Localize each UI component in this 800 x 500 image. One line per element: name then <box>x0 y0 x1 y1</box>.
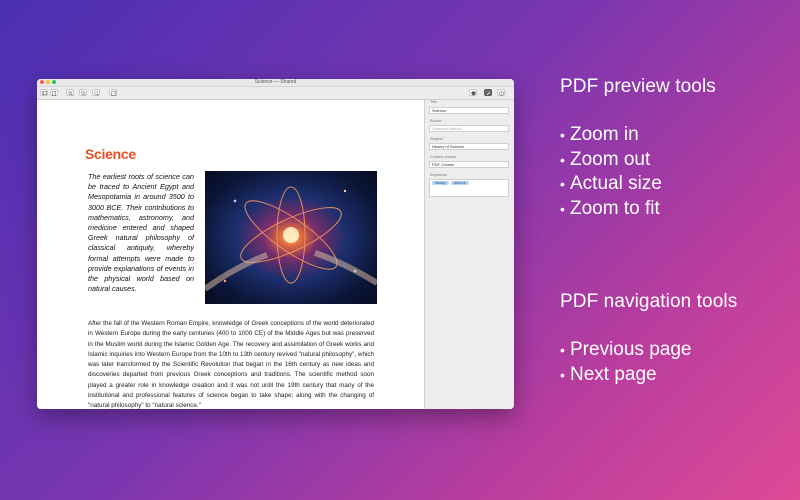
zoom-out-button[interactable] <box>79 89 87 96</box>
keywords-field[interactable]: history science <box>429 179 509 197</box>
keywords-label: Keywords <box>430 173 447 177</box>
app-window: Science — Shared Science The earliest ro… <box>37 79 514 409</box>
navigation-tools-heading: PDF navigation tools <box>560 291 738 312</box>
zoom-fit-icon <box>110 91 116 96</box>
author-label: Author <box>430 119 442 123</box>
bullet-icon: • <box>560 151 565 168</box>
preview-tools-list: • Zoom in • Zoom out • Actual size • Zoom to… <box>560 123 662 221</box>
pdf-page[interactable]: Science The earliest roots of science ca… <box>37 100 424 409</box>
title-label: Title <box>430 100 438 104</box>
list-item: • Previous page <box>560 338 691 363</box>
toolbar <box>37 87 514 100</box>
title-field[interactable]: Science <box>429 107 509 114</box>
list-item-label: Next page <box>570 363 657 385</box>
creator-label: Content creator <box>430 155 457 159</box>
list-item-label: Actual size <box>570 173 662 194</box>
bullet-icon: • <box>560 176 565 192</box>
document-title: Science <box>85 146 136 162</box>
list-item: • Actual size <box>560 172 662 197</box>
edit-icon <box>486 91 490 96</box>
creator-field[interactable]: PDF Creator <box>429 161 509 168</box>
list-item-label: Previous page <box>570 339 692 360</box>
zoom-in-button[interactable] <box>66 89 74 96</box>
intro-paragraph: The earliest roots of science can be tra… <box>88 172 194 294</box>
subject-field[interactable]: History of Science <box>429 143 509 150</box>
preview-tools-heading: PDF preview tools <box>560 76 716 97</box>
list-item: • Next page <box>560 363 691 388</box>
keyword-tag[interactable]: science <box>450 181 469 185</box>
list-item-label: Zoom to fit <box>570 197 660 219</box>
bullet-icon: • <box>560 127 565 143</box>
badge-button[interactable] <box>469 89 477 96</box>
list-item: • Zoom out <box>560 148 662 173</box>
list-item-label: Zoom in <box>570 124 639 145</box>
document-button[interactable] <box>50 89 58 96</box>
info-button[interactable] <box>497 89 505 96</box>
zoom-out-icon <box>80 91 86 96</box>
science-image <box>205 171 377 304</box>
list-item: • Zoom to fit <box>560 197 662 222</box>
window-title: Science — Shared <box>254 79 297 85</box>
subject-label: Subject <box>430 137 443 141</box>
sidebar-toggle-button[interactable] <box>40 89 48 96</box>
list-item-label: Zoom out <box>570 148 651 170</box>
bullet-icon: • <box>560 366 565 383</box>
bullet-icon: • <box>560 342 565 358</box>
navigation-tools-list: • Previous page • Next page <box>560 338 691 387</box>
actual-size-icon <box>93 91 99 96</box>
actual-size-button[interactable] <box>92 89 100 96</box>
sidebar-icon <box>41 91 47 95</box>
zoom-to-fit-button[interactable] <box>109 89 117 96</box>
body-paragraph: After the fall of the Western Roman Empi… <box>88 320 374 409</box>
inspector-panel: Title Science Author Unknown author Subj… <box>424 100 514 409</box>
author-field[interactable]: Unknown author <box>429 125 509 132</box>
title-bar: Science — Shared <box>37 79 514 87</box>
info-icon <box>498 91 504 96</box>
bullet-icon: • <box>560 200 565 217</box>
zoom-in-icon <box>67 91 73 96</box>
keyword-tag[interactable]: history <box>432 181 449 185</box>
document-icon <box>52 91 56 96</box>
badge-icon <box>471 91 475 96</box>
edit-button[interactable] <box>484 89 492 96</box>
list-item: • Zoom in <box>560 123 662 148</box>
